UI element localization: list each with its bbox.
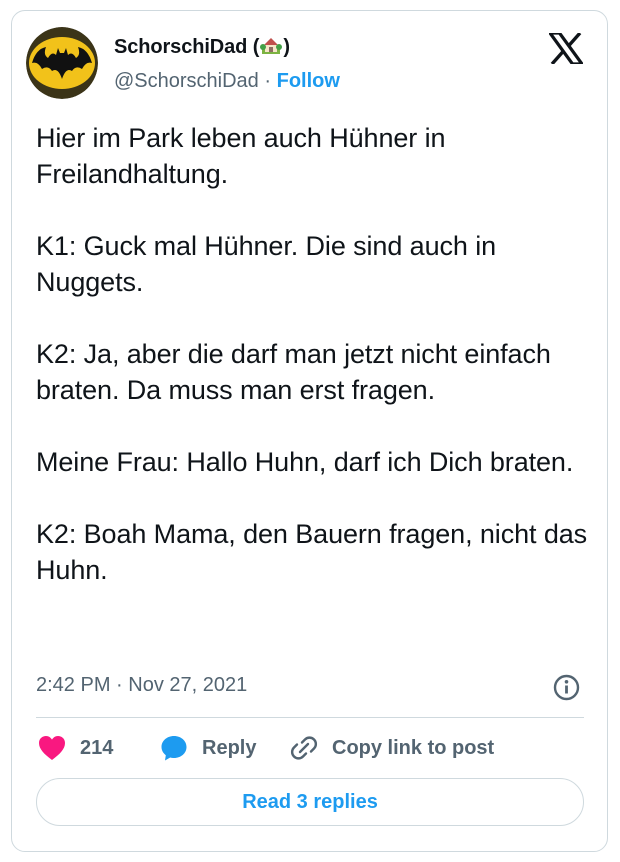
reply-button[interactable]: Reply <box>160 733 256 763</box>
handle-separator: · <box>264 70 272 92</box>
copy-link-label: Copy link to post <box>332 736 495 759</box>
follow-button[interactable]: Follow <box>277 70 340 92</box>
read-replies-button[interactable]: Read 3 replies <box>36 778 584 826</box>
bat-logo-icon <box>26 27 98 99</box>
tweet-text: Hier im Park leben auch Hühner in Freila… <box>36 120 596 588</box>
copy-link-button[interactable]: Copy link to post <box>290 733 494 763</box>
house-with-garden-icon <box>260 34 283 62</box>
tweet-paragraph: K2: Boah Mama, den Bauern fragen, nicht … <box>36 519 588 585</box>
read-replies-label: Read 3 replies <box>242 790 378 813</box>
tweet-paragraph: K1: Guck mal Hühner. Die sind auch in Nu… <box>36 231 497 297</box>
name-paren-close: ) <box>283 36 290 58</box>
avatar[interactable] <box>26 27 98 99</box>
reply-label: Reply <box>202 736 257 759</box>
tweet-paragraph: K2: Ja, aber die darf man jetzt nicht ei… <box>36 339 551 405</box>
author-name[interactable]: SchorschiDad () <box>114 34 290 62</box>
info-icon[interactable] <box>553 674 580 701</box>
x-logo-icon[interactable] <box>546 31 586 66</box>
name-paren-open: ( <box>252 36 260 58</box>
like-button[interactable]: 214 <box>38 733 113 763</box>
tweet-timestamp[interactable]: 2:42 PM · Nov 27, 2021 <box>36 674 247 697</box>
handle-row: @SchorschiDad · Follow <box>114 70 340 93</box>
link-icon <box>290 736 318 760</box>
tweet-paragraph: Meine Frau: Hallo Huhn, darf ich Dich br… <box>36 447 574 477</box>
tweet-paragraph: Hier im Park leben auch Hühner in Freila… <box>36 123 446 189</box>
display-name: SchorschiDad <box>114 36 248 58</box>
author-handle[interactable]: @SchorschiDad <box>114 70 259 92</box>
like-count: 214 <box>80 736 114 759</box>
heart-icon <box>39 736 65 760</box>
reply-bubble-icon <box>161 736 187 761</box>
divider <box>36 717 584 718</box>
